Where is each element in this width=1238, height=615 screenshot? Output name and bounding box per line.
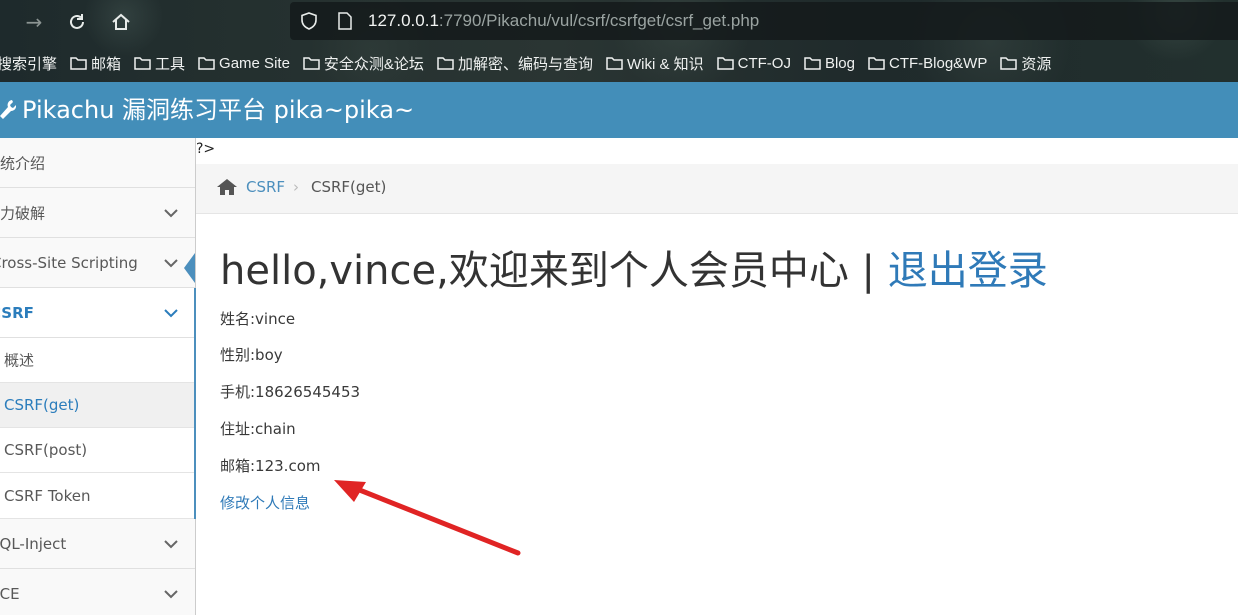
bookmark-label: 安全众测&论坛 xyxy=(323,55,424,73)
logout-link[interactable]: 退出登录 xyxy=(888,248,1048,294)
sidebar-subitem-csrf-post[interactable]: CSRF(post) xyxy=(0,428,195,473)
bookmark-item[interactable]: 加解密、编码与查询 xyxy=(437,53,593,74)
sidebar-item-label: 暴力破解 xyxy=(0,204,46,222)
folder-icon xyxy=(804,57,821,70)
stray-php-text: ?> xyxy=(196,141,216,157)
bookmark-item[interactable]: Wiki & 知识 xyxy=(606,53,704,74)
bookmark-item[interactable]: 安全众测&论坛 xyxy=(303,53,424,74)
reload-icon[interactable] xyxy=(63,8,91,36)
sidebar-item-label: SQL-Inject xyxy=(0,534,67,553)
bookmark-label: Wiki & 知识 xyxy=(626,55,704,73)
bookmark-item[interactable]: 邮箱 xyxy=(70,53,121,74)
address-bar[interactable]: 127.0.0.1:7790/Pikachu/vul/csrf/csrfget/… xyxy=(290,2,1238,40)
chevron-down-icon xyxy=(164,208,178,217)
sidebar-item-label: CSRF(get) xyxy=(4,396,80,414)
bookmark-label: Blog xyxy=(824,54,855,72)
bookmark-label: CTF-Blog&WP xyxy=(888,54,988,72)
folder-icon xyxy=(70,57,87,70)
info-address: 住址:chain xyxy=(220,420,296,438)
bookmark-label: 资源 xyxy=(1021,55,1052,73)
sidebar-subitem-overview[interactable]: 概述 xyxy=(0,338,195,383)
sidebar-item-label: CSRF(post) xyxy=(4,441,88,459)
bookmark-label: 邮箱 xyxy=(91,55,122,73)
sidebar-item-label: CSRF Token xyxy=(4,486,91,505)
breadcrumb: CSRF › CSRF(get) xyxy=(196,164,1238,214)
welcome-text: hello,vince,欢迎来到个人会员中心 | xyxy=(220,248,888,294)
chevron-down-icon xyxy=(164,539,178,548)
bookmark-item[interactable]: Blog xyxy=(804,55,855,72)
browser-toolbar: → 127.0.0.1:7790/Pikachu/vul/csrf/csrfge… xyxy=(0,0,1238,82)
app-title-text: Pikachu 漏洞练习平台 pika~pika~ xyxy=(22,96,415,124)
welcome-heading: hello,vince,欢迎来到个人会员中心 | 退出登录 xyxy=(220,246,1048,296)
bookmark-label: 搜索引擎 xyxy=(0,55,58,73)
bookmark-label: 加解密、编码与查询 xyxy=(457,55,593,73)
folder-icon xyxy=(303,57,320,70)
chevron-down-icon xyxy=(164,589,178,598)
folder-icon xyxy=(437,57,454,70)
bookmarks-bar: 搜索引擎 邮箱 工具 Game Site 安全众测&论坛 加解密、编码与查询 Wiki & … xyxy=(0,50,1064,76)
sidebar-item-label: CSRF xyxy=(0,303,34,322)
home-icon[interactable] xyxy=(107,8,135,36)
sidebar-active-line xyxy=(194,288,196,519)
wrench-icon xyxy=(0,100,16,119)
annotation-arrow xyxy=(334,480,521,556)
sidebar-active-arrow xyxy=(184,253,195,283)
sidebar-item-label: 系统介绍 xyxy=(0,154,46,172)
sidebar-item-brute-force[interactable]: 暴力破解 xyxy=(0,188,195,238)
sidebar-item-label: 概述 xyxy=(4,351,35,370)
info-email: 邮箱:123.com xyxy=(220,457,321,475)
chevron-right-icon: › xyxy=(293,178,299,196)
sidebar-subitem-csrf-get[interactable]: CSRF(get) xyxy=(0,383,195,428)
app-title[interactable]: Pikachu 漏洞练习平台 pika~pika~ xyxy=(0,95,414,125)
breadcrumb-current: CSRF(get) xyxy=(311,178,387,196)
chevron-up-icon xyxy=(164,308,178,317)
forward-icon[interactable]: → xyxy=(20,8,48,36)
bookmark-label: CTF-OJ xyxy=(737,54,791,72)
bookmark-item[interactable]: CTF-OJ xyxy=(716,54,791,72)
folder-icon xyxy=(606,57,623,70)
sidebar-item-sql-inject[interactable]: SQL-Inject xyxy=(0,519,195,569)
sidebar-item-intro[interactable]: 系统介绍 xyxy=(0,138,195,188)
folder-icon xyxy=(716,57,734,70)
breadcrumb-link-csrf[interactable]: CSRF xyxy=(246,178,285,196)
chevron-down-icon xyxy=(164,258,178,267)
folder-icon xyxy=(134,57,151,70)
folder-icon xyxy=(1000,57,1018,70)
edit-profile-link[interactable]: 修改个人信息 xyxy=(220,492,310,513)
sidebar-item-rce[interactable]: RCE xyxy=(0,569,195,615)
bookmark-label: Game Site xyxy=(219,54,290,72)
sidebar-item-label: Cross-Site Scripting xyxy=(0,253,138,272)
shield-icon[interactable] xyxy=(300,12,318,30)
sidebar-item-csrf[interactable]: CSRF xyxy=(0,288,195,338)
bookmark-item[interactable]: CTF-Blog&WP xyxy=(868,55,987,72)
folder-icon xyxy=(868,57,885,70)
url-host: 127.0.0.1 xyxy=(368,11,439,30)
app-header: Pikachu 漏洞练习平台 pika~pika~ xyxy=(0,82,1238,138)
bookmark-item[interactable]: 工具 xyxy=(134,53,185,74)
sidebar-item-label: RCE xyxy=(0,584,20,603)
info-name: 姓名:vince xyxy=(220,310,296,328)
bookmark-item[interactable]: Game Site xyxy=(198,55,290,72)
bookmark-label: 工具 xyxy=(155,55,186,73)
bookmark-item[interactable]: 搜索引擎 xyxy=(0,53,57,74)
home-icon[interactable] xyxy=(216,178,238,196)
url-path: :7790/Pikachu/vul/csrf/csrfget/csrf_get.… xyxy=(438,11,760,30)
sidebar-subitem-csrf-token[interactable]: CSRF Token xyxy=(0,473,195,519)
sidebar: 系统介绍 暴力破解 Cross-Site Scripting CSRF 概述 C… xyxy=(0,138,196,615)
info-phone: 手机:18626545453 xyxy=(220,383,361,401)
folder-icon xyxy=(198,57,215,70)
sidebar-item-xss[interactable]: Cross-Site Scripting xyxy=(0,238,195,288)
url-text[interactable]: 127.0.0.1:7790/Pikachu/vul/csrf/csrfget/… xyxy=(368,10,759,32)
info-sex: 性别:boy xyxy=(220,346,283,364)
page-icon[interactable] xyxy=(338,12,352,30)
bookmark-item[interactable]: 资源 xyxy=(1000,53,1051,74)
